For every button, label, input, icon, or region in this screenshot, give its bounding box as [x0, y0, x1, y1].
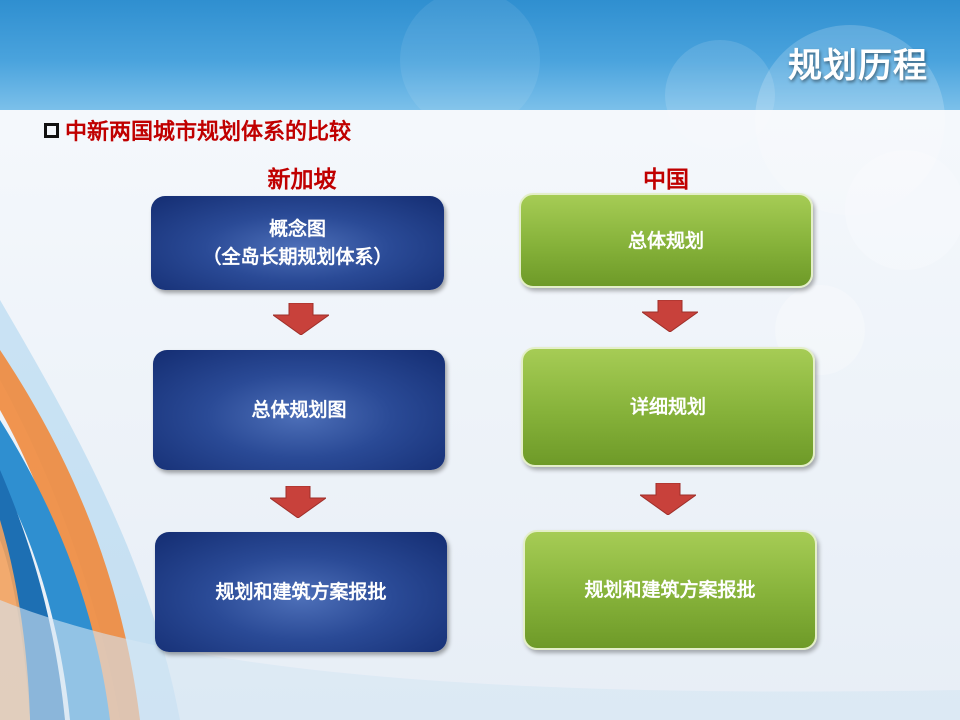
- slide-title: 规划历程: [788, 46, 928, 86]
- singapore-step-concept-plan: 概念图 （全岛长期规划体系）: [151, 196, 444, 290]
- china-step-detailed-plan: 详细规划: [521, 347, 815, 467]
- subtitle: 中新两国城市规划体系的比较: [44, 114, 351, 146]
- china-step-approval: 规划和建筑方案报批: [523, 530, 817, 650]
- down-arrow-icon: [270, 486, 326, 518]
- singapore-step-master-plan: 总体规划图: [153, 350, 445, 470]
- china-step-3-label: 规划和建筑方案报批: [584, 579, 756, 601]
- china-step-1-label: 总体规划: [627, 229, 704, 252]
- singapore-step-1-line2: （全岛长期规划体系）: [202, 246, 393, 268]
- china-heading: 中国: [643, 167, 689, 193]
- china-step-master-plan: 总体规划: [519, 193, 813, 288]
- singapore-heading: 新加坡: [267, 167, 337, 193]
- singapore-step-1-line1: 概念图: [268, 218, 326, 240]
- square-bullet-icon: [44, 122, 59, 138]
- subtitle-text: 中新两国城市规划体系的比较: [65, 120, 352, 145]
- down-arrow-icon: [640, 483, 696, 515]
- singapore-step-2-label: 总体规划图: [251, 399, 347, 421]
- down-arrow-icon: [273, 303, 329, 335]
- singapore-step-approval: 规划和建筑方案报批: [155, 532, 447, 652]
- singapore-step-3-label: 规划和建筑方案报批: [215, 581, 387, 603]
- down-arrow-icon: [642, 300, 698, 332]
- slide: 规划历程 中新两国城市规划体系的比较 新加坡 概念图 （全岛长期规划体系） 总体…: [0, 0, 960, 720]
- china-step-2-label: 详细规划: [629, 396, 706, 418]
